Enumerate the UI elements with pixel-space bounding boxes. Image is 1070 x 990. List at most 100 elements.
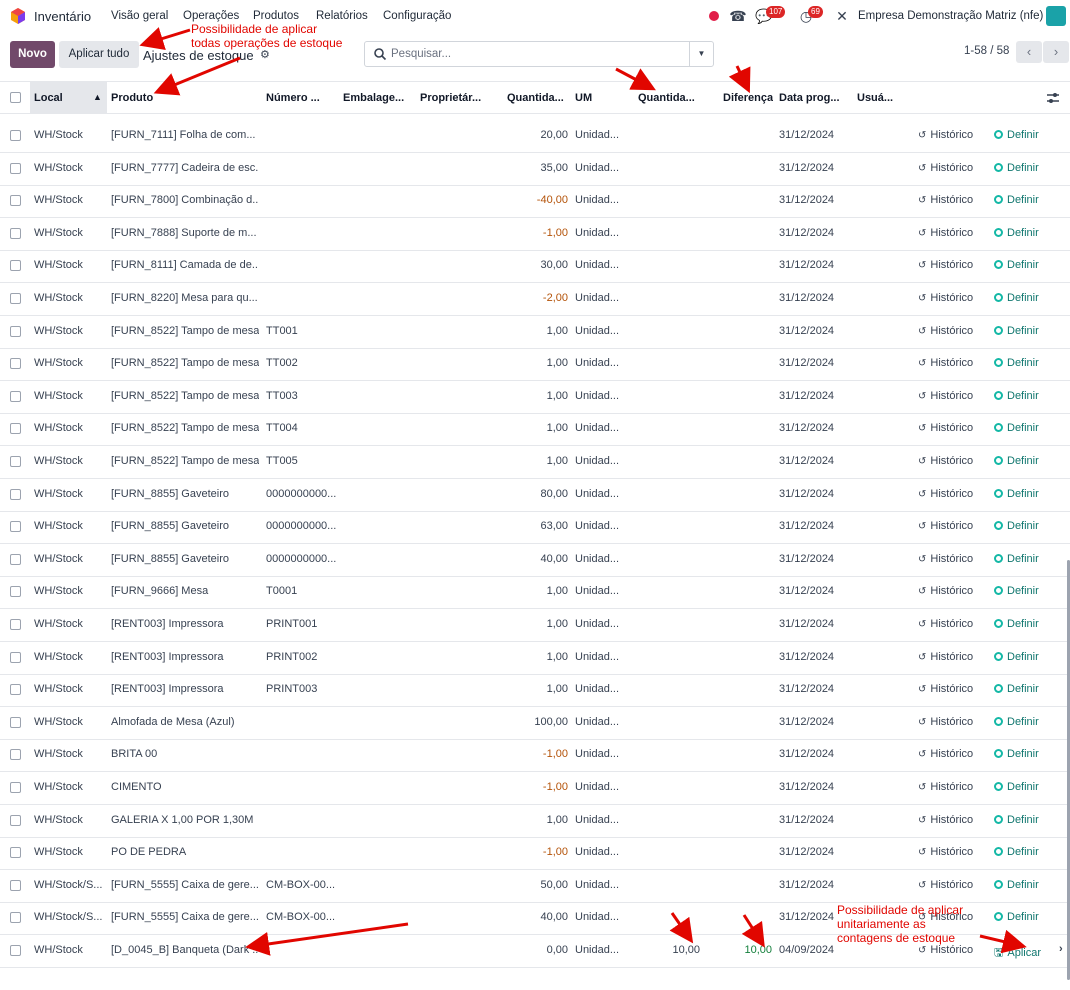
- set-button[interactable]: Definir: [994, 390, 1039, 402]
- company-switcher[interactable]: Empresa Demonstração Matriz (nfe): [858, 10, 1043, 22]
- header-product[interactable]: Produto: [111, 92, 153, 104]
- header-user[interactable]: Usuá...: [857, 92, 893, 104]
- set-button[interactable]: Definir: [994, 520, 1039, 532]
- row-checkbox[interactable]: [10, 358, 21, 370]
- table-row[interactable]: WH/Stock [FURN_8855] Gaveteiro 0000000000.…: [0, 511, 1070, 545]
- table-row[interactable]: WH/Stock [FURN_7777] Cadeira de esc... 35,…: [0, 153, 1070, 186]
- history-button[interactable]: ↺ Histórico: [918, 520, 973, 532]
- history-button[interactable]: ↺ Histórico: [918, 455, 973, 467]
- set-button[interactable]: Definir: [994, 618, 1039, 630]
- table-row[interactable]: WH/Stock [RENT003] Impressora PRINT001 1,00…: [0, 609, 1070, 642]
- history-button[interactable]: ↺ Histórico: [918, 129, 973, 141]
- history-button[interactable]: ↺ Histórico: [918, 781, 973, 793]
- row-checkbox[interactable]: [10, 456, 21, 467]
- table-row[interactable]: WH/Stock [FURN_8220] Mesa para qu... -2,00…: [0, 283, 1070, 316]
- set-button[interactable]: Definir: [994, 651, 1039, 663]
- pager-previous-button[interactable]: ‹: [1016, 41, 1042, 63]
- row-checkbox[interactable]: [10, 847, 21, 859]
- table-row[interactable]: WH/Stock [FURN_8111] Camada de de... 30,00…: [0, 250, 1070, 284]
- history-button[interactable]: ↺ Histórico: [918, 325, 973, 337]
- history-button[interactable]: ↺ Histórico: [918, 585, 973, 597]
- history-button[interactable]: ↺ Histórico: [918, 683, 973, 695]
- row-checkbox[interactable]: [10, 553, 21, 565]
- table-row[interactable]: WH/Stock [FURN_8522] Tampo de mesa TT005 1,…: [0, 446, 1070, 479]
- row-checkbox[interactable]: [10, 227, 21, 239]
- history-button[interactable]: ↺ Histórico: [918, 390, 973, 402]
- header-counted-quantity[interactable]: Quantida...: [638, 92, 700, 104]
- search-bar[interactable]: ▼: [364, 41, 714, 67]
- table-row[interactable]: WH/Stock PO DE PEDRA -1,00 Unidad... 31/12/2…: [0, 837, 1070, 871]
- table-row[interactable]: WH/Stock CIMENTO -1,00 Unidad... 31/12/2024 ↺…: [0, 772, 1070, 805]
- user-avatar[interactable]: [1046, 6, 1066, 26]
- history-button[interactable]: ↺ Histórico: [918, 422, 973, 434]
- set-button[interactable]: Definir: [994, 748, 1039, 760]
- table-row[interactable]: WH/Stock [RENT003] Impressora PRINT003 1,00…: [0, 674, 1070, 708]
- menu-products[interactable]: Produtos: [253, 10, 299, 22]
- set-button[interactable]: Definir: [994, 162, 1039, 174]
- row-checkbox[interactable]: [10, 912, 21, 924]
- set-button[interactable]: Definir: [994, 357, 1039, 369]
- history-button[interactable]: ↺ Histórico: [918, 357, 973, 369]
- header-package[interactable]: Embalage...: [343, 92, 415, 104]
- menu-overview[interactable]: Visão geral: [111, 10, 168, 22]
- set-button[interactable]: Definir: [994, 585, 1039, 597]
- header-uom[interactable]: UM: [575, 92, 592, 104]
- row-checkbox[interactable]: [10, 162, 21, 174]
- header-lot-number[interactable]: Número ...: [266, 92, 338, 104]
- set-button[interactable]: Definir: [994, 455, 1039, 467]
- more-arrow-icon[interactable]: ›: [1059, 943, 1063, 955]
- history-button[interactable]: ↺ Histórico: [918, 259, 973, 271]
- header-difference[interactable]: Diferença: [723, 92, 773, 104]
- inventory-app-icon[interactable]: [9, 7, 27, 25]
- history-button[interactable]: ↺ Histórico: [918, 716, 973, 728]
- apply-button[interactable]: 🖫 Aplicar: [994, 944, 1041, 963]
- history-button[interactable]: ↺ Histórico: [918, 227, 973, 239]
- table-row[interactable]: WH/Stock BRITA 00 -1,00 Unidad... 31/12/2024…: [0, 739, 1070, 773]
- app-name[interactable]: Inventário: [34, 9, 91, 24]
- row-checkbox[interactable]: [10, 390, 21, 402]
- header-quantity[interactable]: Quantida...: [507, 92, 569, 104]
- history-button[interactable]: ↺ Histórico: [918, 618, 973, 630]
- pager-next-button[interactable]: ›: [1043, 41, 1069, 63]
- table-row[interactable]: WH/Stock [FURN_9666] Mesa T0001 1,00 Unidad.…: [0, 576, 1070, 610]
- row-checkbox[interactable]: [10, 879, 21, 891]
- set-button[interactable]: Definir: [994, 292, 1039, 304]
- row-checkbox[interactable]: [10, 488, 21, 500]
- header-scheduled-date[interactable]: Data prog...: [779, 92, 849, 104]
- header-owner[interactable]: Proprietár...: [420, 92, 492, 104]
- menu-configuration[interactable]: Configuração: [383, 10, 451, 22]
- new-button[interactable]: Novo: [10, 41, 55, 68]
- row-checkbox[interactable]: [10, 423, 21, 435]
- phone-icon[interactable]: ☎: [729, 7, 747, 25]
- set-button[interactable]: Definir: [994, 683, 1039, 695]
- row-checkbox[interactable]: [10, 521, 21, 533]
- table-row[interactable]: WH/Stock GALERIA X 1,00 POR 1,30M 1,00 Unid…: [0, 805, 1070, 838]
- history-button[interactable]: ↺ Histórico: [918, 879, 973, 891]
- apply-all-button[interactable]: Aplicar tudo: [59, 41, 139, 68]
- table-row[interactable]: WH/Stock/S... [FURN_5555] Caixa de gere..…: [0, 870, 1070, 903]
- menu-operations[interactable]: Operações: [183, 10, 239, 22]
- sort-ascending-icon[interactable]: ▲: [93, 92, 102, 102]
- row-checkbox[interactable]: [10, 586, 21, 598]
- set-button[interactable]: Definir: [994, 911, 1039, 923]
- row-checkbox[interactable]: [10, 814, 21, 826]
- history-button[interactable]: ↺ Histórico: [918, 553, 973, 565]
- table-row[interactable]: WH/Stock [RENT003] Impressora PRINT002 1,00…: [0, 642, 1070, 675]
- table-row[interactable]: WH/Stock Almofada de Mesa (Azul) 100,00 Uni…: [0, 707, 1070, 740]
- set-button[interactable]: Definir: [994, 781, 1039, 793]
- tools-icon[interactable]: ✕: [833, 7, 851, 25]
- row-checkbox[interactable]: [10, 293, 21, 304]
- history-button[interactable]: ↺ Histórico: [918, 944, 973, 956]
- menu-reports[interactable]: Relatórios: [316, 10, 368, 22]
- set-button[interactable]: Definir: [994, 716, 1039, 728]
- table-row[interactable]: WH/Stock [FURN_8522] Tampo de mesa TT003 1,…: [0, 381, 1070, 414]
- set-button[interactable]: Definir: [994, 553, 1039, 565]
- history-button[interactable]: ↺ Histórico: [918, 162, 973, 174]
- history-button[interactable]: ↺ Histórico: [918, 194, 973, 206]
- table-row[interactable]: WH/Stock [FURN_7111] Folha de com... 20,00…: [0, 120, 1070, 153]
- row-checkbox[interactable]: [10, 325, 21, 337]
- set-button[interactable]: Definir: [994, 129, 1039, 141]
- history-button[interactable]: ↺ Histórico: [918, 292, 973, 304]
- set-button[interactable]: Definir: [994, 846, 1039, 858]
- set-button[interactable]: Definir: [994, 194, 1039, 206]
